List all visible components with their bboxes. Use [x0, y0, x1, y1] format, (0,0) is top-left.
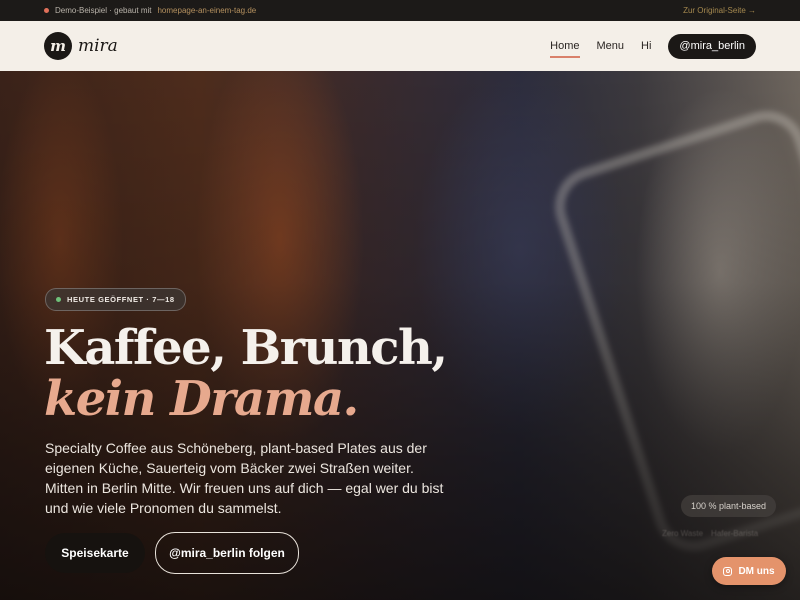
faint-tag: Hafer-Barista	[711, 529, 759, 538]
brand[interactable]: m mira	[44, 32, 118, 60]
demo-note: Demo-Beispiel · gebaut mit homepage-an-e…	[44, 6, 256, 15]
status-dot-icon	[56, 297, 61, 302]
hero: HEUTE GEÖFFNET · 7—18 Kaffee, Brunch, ke…	[0, 71, 800, 600]
faint-tag: Zero Waste	[662, 529, 704, 538]
hero-lead: Specialty Coffee aus Schöneberg, plant-b…	[45, 440, 444, 516]
dm-label: DM uns	[738, 565, 775, 577]
hero-title: Kaffee, Brunch, kein Drama.	[44, 320, 448, 427]
demo-text: Demo-Beispiel · gebaut mit	[55, 6, 152, 15]
site-header: m mira Home Menu Hi @mira_berlin	[0, 21, 800, 71]
instagram-button[interactable]: @mira_berlin	[668, 33, 756, 59]
hero-title-line1: Kaffee, Brunch,	[44, 320, 448, 376]
main-nav: Home Menu Hi @mira_berlin	[533, 33, 756, 59]
opening-badge: HEUTE GEÖFFNET · 7—18	[45, 288, 186, 311]
demo-bar: Demo-Beispiel · gebaut mit homepage-an-e…	[0, 0, 800, 21]
demo-link[interactable]: homepage-an-einem-tag.de	[157, 6, 256, 15]
nav-item-hi[interactable]: Hi	[641, 40, 651, 52]
follow-button[interactable]: @mira_berlin folgen	[155, 532, 299, 574]
dm-button[interactable]: DM uns	[712, 557, 786, 585]
original-site-link[interactable]: Zur Original-Seite →	[683, 6, 756, 15]
instagram-icon	[723, 566, 733, 576]
plant-based-pill: 100 % plant-based	[681, 495, 777, 517]
menu-button[interactable]: Speisekarte	[45, 533, 145, 573]
nav-item-menu[interactable]: Menu	[597, 40, 625, 52]
brand-name: mira	[78, 36, 118, 56]
logo-icon: m	[44, 32, 72, 60]
nav-item-home[interactable]: Home	[550, 40, 580, 58]
faint-tags: Zero Waste Hafer-Barista	[662, 529, 758, 538]
opening-text: HEUTE GEÖFFNET · 7—18	[67, 295, 175, 304]
hero-title-line2: kein Drama.	[44, 371, 359, 427]
demo-dot-icon	[44, 8, 49, 13]
